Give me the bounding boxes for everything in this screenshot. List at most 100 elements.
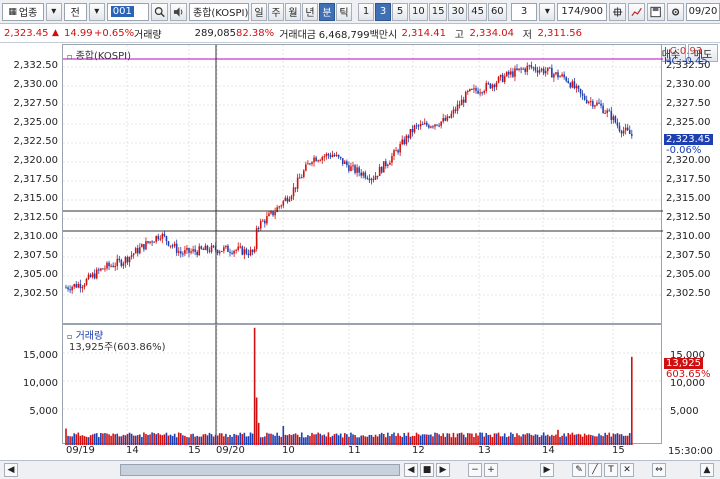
volume-chart-pane[interactable]: ▫ 거래량 13,925주(603.86%): [62, 324, 663, 445]
candle-body: [249, 249, 252, 256]
interval-select[interactable]: 3: [510, 2, 538, 21]
zoom-out-icon[interactable]: −: [468, 463, 482, 477]
candle-body: [102, 268, 104, 270]
x-axis: 09/19 14 15 09/20 10 11 12 13 14 15: [62, 444, 662, 458]
candle-body: [487, 83, 490, 85]
candle-body: [370, 178, 373, 181]
delete-icon[interactable]: ✕: [620, 463, 634, 477]
interval-button-15[interactable]: 15: [428, 2, 448, 21]
indicator-icon[interactable]: [628, 2, 646, 21]
candle-body: [112, 265, 114, 268]
candle-body: [532, 67, 535, 69]
candle-body: [200, 246, 203, 249]
candle-body: [413, 125, 416, 133]
line-tool-icon[interactable]: ╱: [588, 463, 602, 477]
candle-body: [417, 125, 420, 127]
candle-body: [270, 211, 272, 214]
candle-body: [387, 164, 389, 167]
interval-button-60[interactable]: 60: [487, 2, 507, 21]
price-chart-pane[interactable]: ▫ 종합(KOSPI): [62, 44, 663, 325]
draw-tools-icon[interactable]: ✎: [572, 463, 586, 477]
code-input[interactable]: 001: [106, 2, 149, 21]
candle-body: [132, 253, 135, 256]
candle-body: [530, 65, 533, 68]
fit-icon[interactable]: ⇔: [652, 463, 666, 477]
collapse-icon[interactable]: ▫: [67, 52, 72, 61]
crosshair-icon[interactable]: [608, 2, 627, 21]
candle-body: [454, 109, 457, 111]
candle-body: [319, 160, 321, 162]
candle-body: [317, 160, 319, 162]
current-price: 2,323.45: [4, 27, 49, 39]
candle-body: [397, 150, 399, 153]
scroll-left-icon[interactable]: ◀: [4, 463, 18, 477]
candle-body: [145, 241, 147, 250]
clock-time: 15:30:00: [668, 446, 713, 457]
period-tab-0[interactable]: 일: [251, 2, 267, 21]
text-tool-icon[interactable]: T: [604, 463, 618, 477]
candle-body: [489, 83, 492, 89]
scroll-right-icon[interactable]: ▶: [540, 463, 554, 477]
period-tab-5[interactable]: 틱: [336, 2, 352, 21]
candle-body: [245, 249, 248, 254]
date-display[interactable]: 09/20: [685, 2, 720, 21]
candle-body: [563, 74, 565, 78]
candle-body: [600, 103, 602, 106]
candle-body: [590, 101, 592, 103]
prev-icon[interactable]: ◀: [404, 463, 418, 477]
interval-button-10[interactable]: 10: [409, 2, 428, 21]
candle-body: [253, 248, 256, 253]
candle-body: [421, 124, 424, 126]
candle-body: [358, 167, 360, 173]
candle-body: [612, 116, 615, 121]
candle-body: [292, 187, 295, 197]
candle-body: [596, 102, 598, 106]
interval-button-1[interactable]: 1: [358, 2, 374, 21]
price-y-tick-left: 2,330.00: [13, 79, 58, 90]
period-tab-2[interactable]: 월: [285, 2, 301, 21]
next-icon[interactable]: ▶: [436, 463, 450, 477]
save-icon[interactable]: [647, 2, 665, 21]
interval-button-30[interactable]: 30: [448, 2, 468, 21]
stop-icon[interactable]: ■: [420, 463, 434, 477]
scroll-up-icon[interactable]: ▲: [700, 463, 714, 477]
interval-dropdown-icon[interactable]: ▾: [539, 2, 556, 21]
candle-body: [378, 166, 381, 176]
category-select[interactable]: ▦ 업종: [2, 2, 44, 21]
candle-body: [493, 84, 496, 88]
candle-body: [116, 258, 119, 266]
volume-bar: [257, 422, 260, 445]
candle-body: [497, 76, 500, 83]
market-dropdown-icon[interactable]: ▾: [88, 2, 105, 21]
candle-body: [327, 153, 330, 156]
settings-icon[interactable]: [666, 2, 684, 21]
candle-body: [382, 161, 385, 173]
candle-body: [501, 74, 504, 82]
zoom-in-icon[interactable]: +: [484, 463, 498, 477]
period-tab-1[interactable]: 주: [268, 2, 284, 21]
speaker-icon[interactable]: [169, 2, 187, 21]
candle-body: [362, 172, 365, 176]
candle-body: [419, 124, 422, 127]
interval-button-45[interactable]: 45: [468, 2, 487, 21]
period-tab-4[interactable]: 분: [319, 2, 335, 21]
candle-body: [284, 197, 287, 201]
candle-body: [177, 251, 180, 253]
interval-buttons: 1 3 5 10 15 30 45 60: [358, 2, 507, 21]
toolbar: ▦ 업종 ▾ 전 ▾ 001 종합(KOSPI) 일주월년분틱 1 3 5 10 15 3…: [0, 0, 720, 24]
candle-body: [469, 89, 471, 91]
chart-scrollbar[interactable]: ◀ ◀ ■ ▶ − + ▶ ✎ ╱ T ✕ ⇔ ▲: [0, 460, 720, 479]
market-select[interactable]: 전: [63, 2, 87, 21]
candlestick-chart[interactable]: [63, 45, 663, 325]
interval-button-5[interactable]: 5: [392, 2, 408, 21]
candle-body: [278, 206, 280, 208]
interval-button-3[interactable]: 3: [375, 2, 391, 21]
scroll-thumb[interactable]: [120, 464, 400, 476]
candle-body: [237, 246, 239, 250]
candle-body: [221, 250, 223, 252]
chart-icon: ▦: [8, 6, 17, 17]
period-tab-3[interactable]: 년: [302, 2, 318, 21]
candle-body: [409, 129, 412, 139]
search-icon[interactable]: [150, 2, 168, 21]
category-dropdown-icon[interactable]: ▾: [45, 2, 62, 21]
